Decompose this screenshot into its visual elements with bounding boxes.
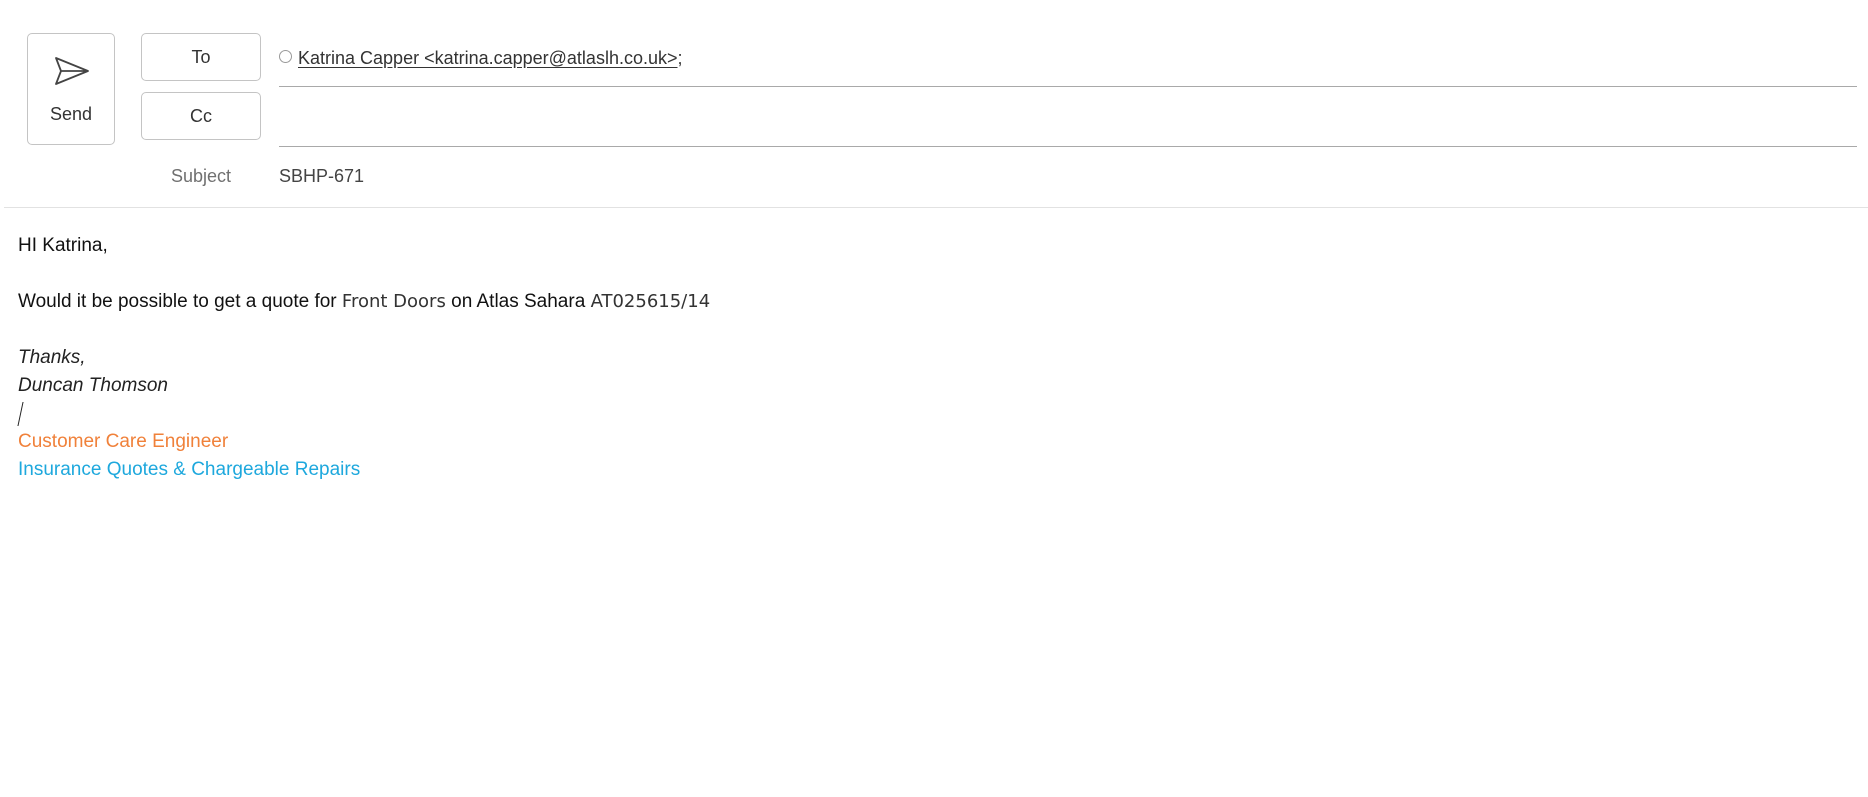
compose-header: Send To Cc Katrina Capper <katrina.cappe… bbox=[0, 0, 1868, 208]
request-line: Would it be possible to get a quote for … bbox=[18, 288, 1848, 316]
cursor-line bbox=[17, 400, 1848, 428]
request-middle: on Atlas Sahara bbox=[445, 291, 591, 312]
sender-title: Customer Care Engineer bbox=[18, 431, 229, 452]
sender-name: Duncan Thomson bbox=[18, 375, 168, 396]
cc-field[interactable] bbox=[279, 95, 1857, 147]
request-prefix: Would it be possible to get a quote for bbox=[18, 291, 342, 312]
send-button-label: Send bbox=[49, 104, 93, 124]
signoff-line: Thanks, bbox=[18, 347, 86, 368]
subject-input[interactable]: SBHP-671 bbox=[279, 166, 364, 187]
to-button[interactable]: To bbox=[141, 33, 261, 81]
paper-plane-icon bbox=[55, 57, 89, 85]
text-cursor bbox=[17, 401, 24, 426]
request-item: Front Doors bbox=[341, 291, 446, 312]
recipient-chip[interactable]: Katrina Capper <katrina.capper@atlaslh.c… bbox=[279, 48, 683, 69]
to-field[interactable]: Katrina Capper <katrina.capper@atlaslh.c… bbox=[279, 36, 1857, 87]
request-reference: AT025615/14 bbox=[590, 291, 711, 312]
greeting-line: HI Katrina, bbox=[18, 235, 108, 256]
recipient-name[interactable]: Katrina Capper <katrina.capper@atlaslh.c… bbox=[298, 48, 678, 68]
message-body[interactable]: HI Katrina, Would it be possible to get … bbox=[17, 232, 1848, 484]
subject-label: Subject bbox=[170, 166, 232, 186]
presence-circle-icon bbox=[279, 50, 292, 63]
cc-button[interactable]: Cc bbox=[141, 92, 261, 140]
header-divider bbox=[4, 207, 1868, 208]
sender-department: Insurance Quotes & Chargeable Repairs bbox=[18, 459, 361, 480]
send-button[interactable]: Send bbox=[27, 33, 115, 145]
recipient-separator: ; bbox=[677, 48, 683, 68]
